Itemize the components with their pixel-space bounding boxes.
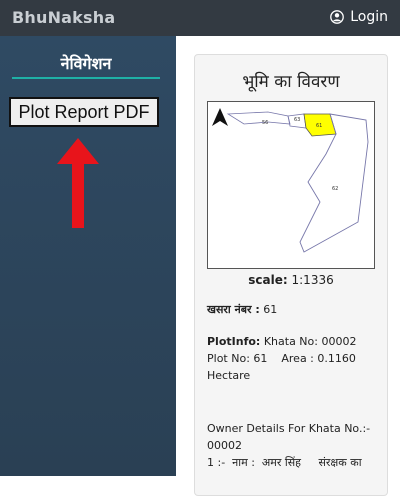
owner-heading: Owner Details For Khata No.:- [207, 422, 371, 435]
sidebar: नेविगेशन Plot Report PDF [0, 36, 176, 476]
scale-label: scale: [248, 273, 288, 287]
plotinfo-unit: Hectare [207, 369, 251, 382]
navigation-divider [12, 77, 160, 79]
scale-info: scale: 1:1336 [195, 273, 387, 287]
navigation-title: नेविगेशन [60, 54, 112, 73]
brand-logo[interactable]: BhuNaksha [12, 8, 115, 27]
login-label: Login [350, 9, 388, 25]
top-navbar: BhuNaksha Login [0, 0, 400, 36]
plot-label-56: 56 [262, 120, 268, 126]
khasra-value: 61 [263, 303, 278, 316]
plot-label-63: 63 [294, 117, 300, 123]
plot-label-62: 62 [332, 186, 338, 192]
land-details-title: भूमि का विवरण [242, 72, 340, 92]
login-link[interactable]: Login [330, 9, 388, 25]
owner-details: Owner Details For Khata No.:- 00002 1 :-… [207, 420, 385, 471]
land-details-card: भूमि का विवरण 56 63 61 62 scale: 1:1336 [194, 54, 388, 496]
plot-info: PlotInfo: Khata No: 00002 Plot No: 61 Ar… [207, 333, 385, 384]
plot-map[interactable]: 56 63 61 62 [207, 101, 375, 269]
red-up-arrow-icon [57, 138, 99, 228]
user-icon [330, 10, 345, 24]
plot-62 [299, 113, 369, 253]
plotinfo-khata: Khata No: 00002 [263, 335, 357, 348]
plot-report-pdf-button[interactable]: Plot Report PDF [9, 97, 159, 127]
khasra-info: खसरा नंबर : 61 [207, 301, 385, 318]
khasra-label: खसरा नंबर : [207, 303, 260, 316]
content-area: भूमि का विवरण 56 63 61 62 scale: 1:1336 [176, 36, 400, 496]
owner-line: 1 :- नाम : अमर सिंह संरक्षक का [207, 456, 362, 469]
north-arrow-icon [212, 108, 228, 126]
plot-map-drawing: 56 63 61 62 [212, 108, 369, 253]
plotinfo-label: PlotInfo: [207, 335, 261, 348]
scale-value: 1:1336 [291, 273, 334, 287]
adjacent-plot-56 [226, 111, 291, 125]
plotinfo-plot-area: Plot No: 61 Area : 0.1160 [207, 352, 356, 365]
plot-label-61: 61 [316, 123, 322, 129]
owner-khata: 00002 [207, 439, 242, 452]
